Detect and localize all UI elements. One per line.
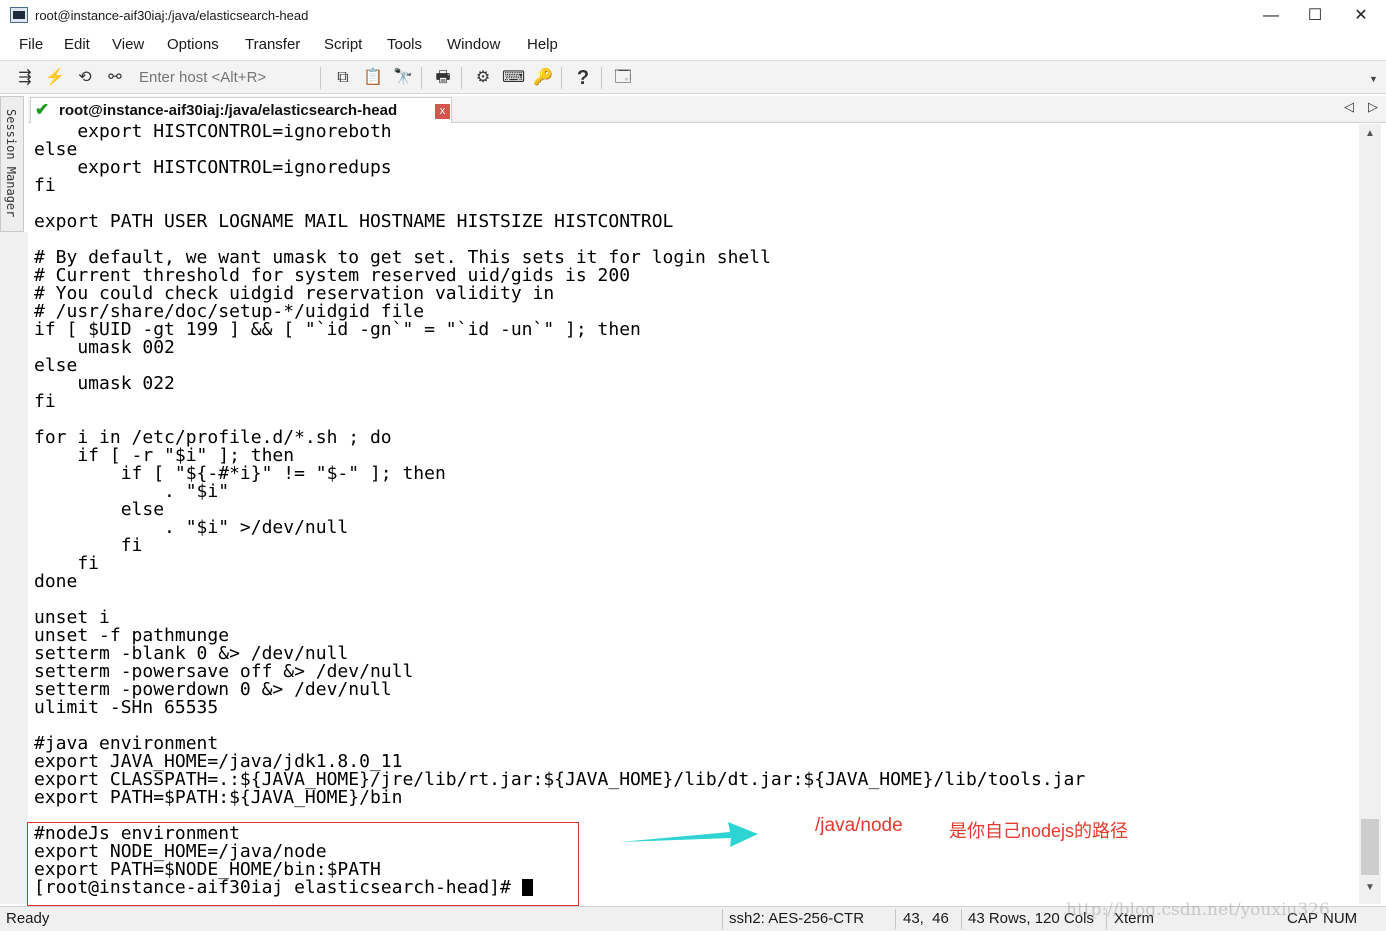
print-icon[interactable]: 🖶: [432, 68, 454, 88]
status-ready: Ready: [6, 910, 50, 927]
terminal-line: ulimit -SHn 65535: [34, 697, 219, 718]
terminal-line: fi: [34, 175, 56, 196]
terminal-line: done: [34, 571, 78, 592]
status-divider: [895, 909, 896, 929]
close-window-button[interactable]: ✕: [1338, 0, 1384, 32]
watermark: http://blog.csdn.net/youxiu326: [1066, 900, 1330, 920]
find-icon[interactable]: 🔭: [392, 68, 414, 88]
terminal-line: fi: [34, 391, 56, 412]
menu-window[interactable]: Window: [447, 36, 500, 53]
terminal-output: export HISTCONTROL=ignoreboth else export…: [34, 124, 1085, 897]
session-tab-label: root@instance-aif30iaj:/java/elasticsear…: [59, 102, 398, 119]
menu-transfer[interactable]: Transfer: [245, 36, 300, 53]
toolbar-divider: [421, 67, 422, 89]
highlight-box: [27, 822, 579, 906]
title-bar: root@instance-aif30iaj:/java/elasticsear…: [0, 0, 1386, 32]
menu-view[interactable]: View: [112, 36, 144, 53]
toolbar-divider: [461, 67, 462, 89]
terminal-line: fi: [34, 535, 143, 556]
help-icon[interactable]: ?: [572, 68, 594, 88]
menu-help[interactable]: Help: [527, 36, 558, 53]
toolbar-divider: [601, 67, 602, 89]
status-cursor-position: 43, 46: [903, 910, 949, 927]
copy-icon[interactable]: ⧉: [332, 68, 354, 88]
menu-script[interactable]: Script: [324, 36, 362, 53]
toolbar-divider: [561, 67, 562, 89]
terminal-line: . "$i" >/dev/null: [34, 517, 349, 538]
terminal-line: . "$i": [34, 481, 230, 502]
connected-check-icon: ✔: [35, 100, 50, 119]
connect-icon[interactable]: ⇶: [14, 68, 36, 88]
menu-options[interactable]: Options: [167, 36, 219, 53]
terminal-line: fi: [34, 553, 100, 574]
toolbar-overflow-icon[interactable]: ▼: [1369, 74, 1378, 84]
paste-icon[interactable]: 📋: [362, 68, 384, 88]
window-title: root@instance-aif30iaj:/java/elasticsear…: [35, 8, 309, 23]
securecrt-app-icon: [10, 7, 28, 23]
annotation-path: /java/node: [815, 815, 903, 836]
status-divider: [961, 909, 962, 929]
menu-edit[interactable]: Edit: [64, 36, 90, 53]
terminal-line: else: [34, 355, 78, 376]
minimize-button[interactable]: —: [1248, 0, 1294, 32]
session-tab-bar: ✔ root@instance-aif30iaj:/java/elasticse…: [28, 96, 1386, 123]
tab-prev-icon[interactable]: ◁: [1344, 99, 1354, 115]
key-icon[interactable]: 🔑: [532, 68, 554, 88]
terminal-line: if [ $UID -gt 199 ] && [ "`id -gn`" = "`…: [34, 319, 641, 340]
menu-tools[interactable]: Tools: [387, 36, 422, 53]
host-input[interactable]: [132, 67, 312, 89]
status-divider: [722, 909, 723, 929]
session-manager-tab[interactable]: Session Manager: [0, 96, 24, 232]
terminal-line: export HISTCONTROL=ignoreboth: [34, 124, 392, 142]
settings-icon[interactable]: ⚙: [472, 68, 494, 88]
maximize-button[interactable]: ☐: [1292, 0, 1338, 32]
terminal-screen[interactable]: export HISTCONTROL=ignoreboth else export…: [28, 124, 1359, 904]
sftp-icon[interactable]: 🗔: [612, 68, 634, 88]
terminal-line: export PATH=$PATH:${JAVA_HOME}/bin: [34, 787, 403, 808]
menu-file[interactable]: File: [19, 36, 43, 53]
status-cipher: ssh2: AES-256-CTR: [729, 910, 865, 927]
disconnect-icon[interactable]: ⚯: [104, 68, 126, 88]
terminal-scrollbar[interactable]: ▲ ▼: [1359, 124, 1381, 904]
annotation-arrow-icon: [620, 822, 758, 847]
terminal-line: export HISTCONTROL=ignoredups: [34, 157, 392, 178]
scroll-thumb[interactable]: [1361, 819, 1379, 875]
terminal-line: umask 002: [34, 337, 175, 358]
terminal-line: export PATH USER LOGNAME MAIL HOSTNAME H…: [34, 211, 674, 232]
reconnect-icon[interactable]: ⟲: [74, 68, 96, 88]
keymap-icon[interactable]: ⌨: [502, 68, 525, 88]
toolbar-divider: [320, 67, 321, 89]
tab-next-icon[interactable]: ▷: [1368, 99, 1378, 115]
session-tab[interactable]: ✔ root@instance-aif30iaj:/java/elasticse…: [30, 97, 452, 123]
close-tab-icon[interactable]: x: [435, 104, 450, 119]
scroll-up-icon[interactable]: ▲: [1359, 128, 1381, 139]
menu-bar: File Edit View Options Transfer Script T…: [0, 32, 1386, 59]
session-manager-strip: [0, 232, 28, 904]
terminal-line: umask 022: [34, 373, 175, 394]
session-manager-label: Session Manager: [4, 109, 18, 218]
toolbar: ⇶ ⚡ ⟲ ⚯ ⧉ 📋 🔭 🖶 ⚙ ⌨ 🔑 ? 🗔: [0, 60, 1386, 94]
scroll-down-icon[interactable]: ▼: [1359, 882, 1381, 893]
quick-connect-icon[interactable]: ⚡: [44, 68, 66, 88]
annotation-note: 是你自己nodejs的路径: [949, 821, 1129, 841]
